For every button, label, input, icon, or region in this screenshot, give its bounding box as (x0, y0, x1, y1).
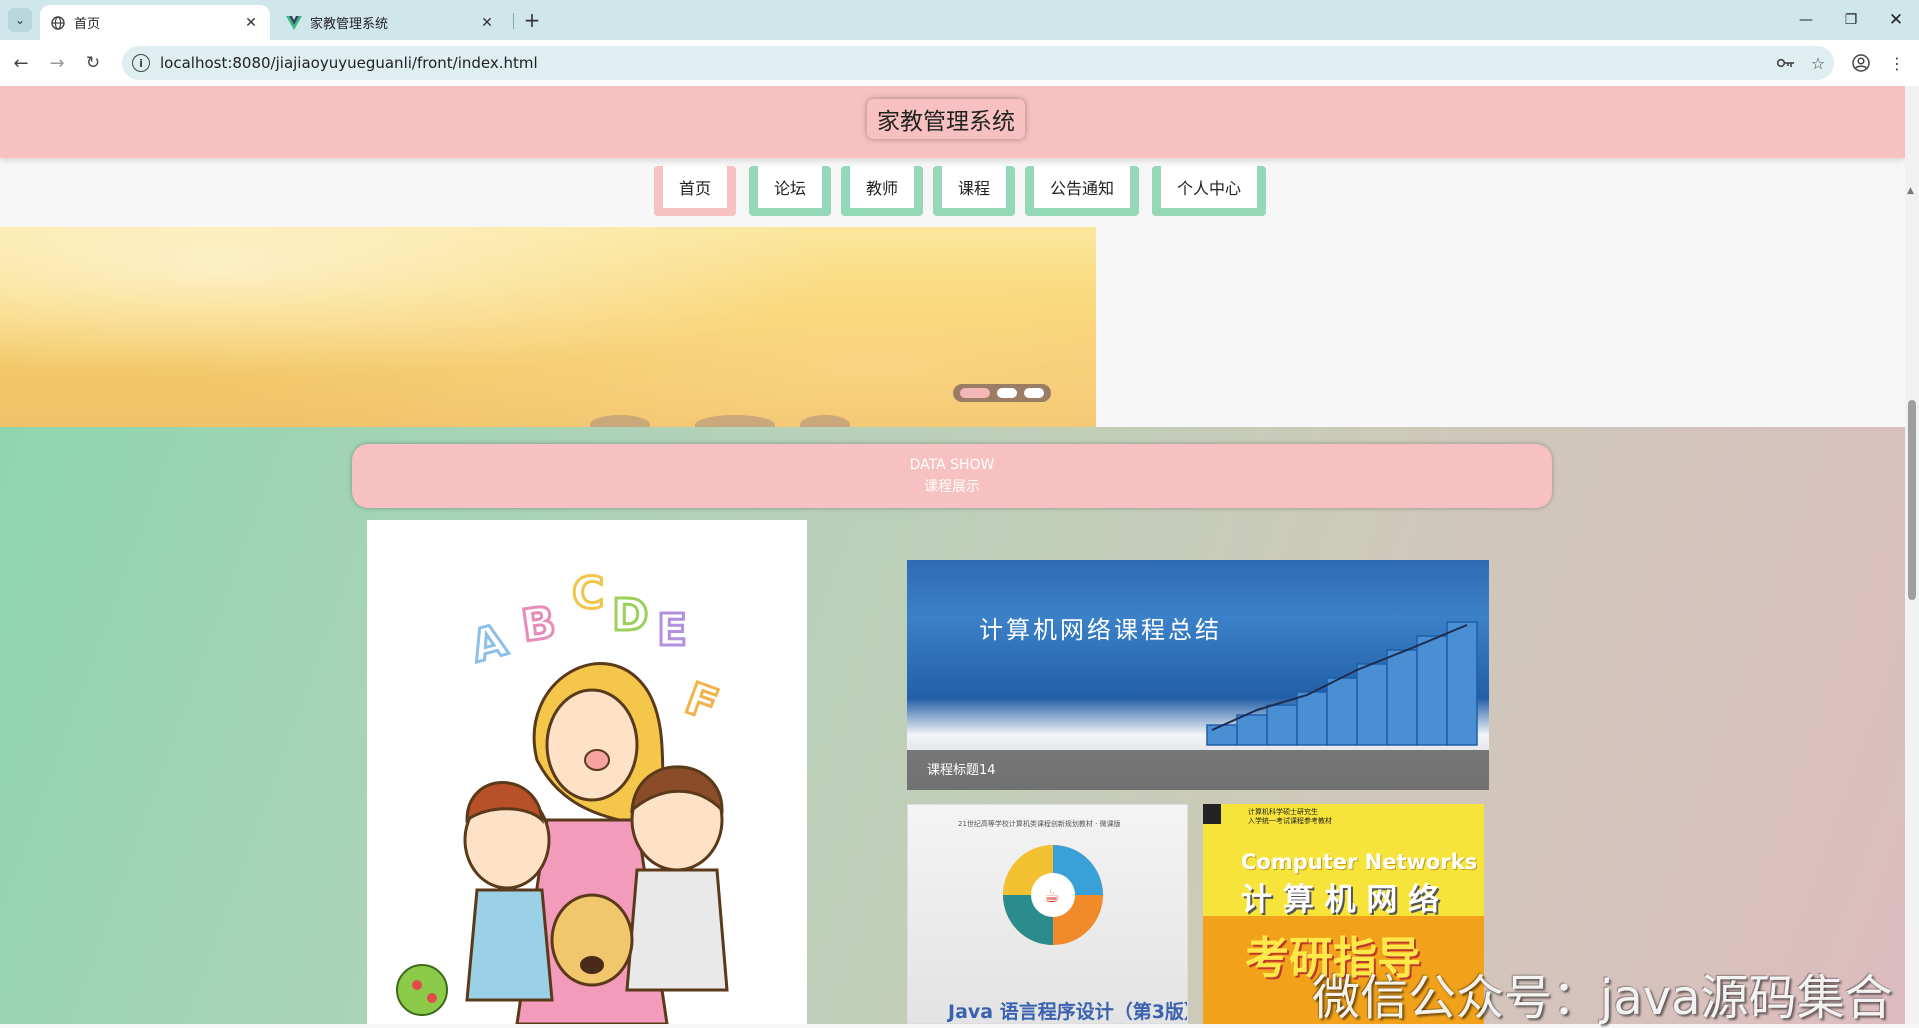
back-button[interactable]: ← (8, 50, 34, 76)
close-icon[interactable]: ✕ (242, 15, 260, 31)
nav-item-courses[interactable]: 课程 (933, 166, 1015, 216)
letter-a: A (466, 615, 512, 673)
globe-icon (50, 15, 66, 31)
letter-c: C (572, 568, 604, 619)
course-card-wide[interactable]: 计算机网络课程总结 课程标题14 (907, 560, 1489, 790)
letter-e: E (657, 605, 687, 656)
book-cn-title: 计 算 机 网 络 (1241, 882, 1440, 918)
book-en-title: Computer Networks (1241, 850, 1478, 874)
tab-title: 家教管理系统 (310, 17, 389, 32)
section-title-cn: 课程展示 (924, 479, 980, 495)
window-close-button[interactable]: ✕ (1876, 6, 1916, 34)
letter-f: F (679, 673, 725, 731)
letter-b: B (519, 597, 559, 652)
carousel-dot[interactable] (996, 388, 1017, 398)
course-section: DATA SHOW 课程展示 A B C D E F 计算机网络课程总结 课程标… (0, 427, 1905, 1024)
browser-tab-active[interactable]: 首页 ✕ (40, 5, 270, 40)
site-info-icon[interactable]: i (132, 54, 150, 72)
menu-icon[interactable]: ⋮ (1884, 50, 1910, 76)
nav-item-forum[interactable]: 论坛 (749, 166, 831, 216)
nav-label: 教师 (850, 166, 914, 208)
carousel-dot[interactable] (960, 388, 991, 398)
nav-label: 论坛 (758, 166, 822, 208)
page-viewport: 家教管理系统 首页 论坛 教师 课程 公告通知 个人中心 DATA SHOW 课… (0, 86, 1905, 1024)
nav-item-notices[interactable]: 公告通知 (1025, 166, 1139, 216)
chevron-down-icon: ⌄ (14, 13, 26, 27)
book-top-text: 计算机科学硕士研究生 入学统一考试课程参考教材 (1248, 808, 1332, 825)
banner-carousel[interactable] (0, 227, 1096, 427)
main-nav: 首页 论坛 教师 课程 公告通知 个人中心 (0, 166, 1905, 216)
url-text[interactable]: localhost:8080/jiajiaoyuyueguanli/front/… (160, 54, 1770, 72)
key-icon[interactable] (1770, 58, 1802, 68)
new-tab-button[interactable]: + (520, 8, 544, 32)
nav-item-home[interactable]: 首页 (654, 166, 736, 216)
banner-sky-image (0, 227, 1096, 427)
browser-tab-bar: ⌄ 首页 ✕ 家教管理系统 ✕ + — ❐ ✕ (0, 0, 1919, 40)
reload-button[interactable]: ↻ (80, 50, 106, 76)
carousel-indicators (953, 384, 1051, 402)
course-card-java[interactable]: 21世纪高等学校计算机类课程创新规划教材 · 微课版 ☕ Java 语言程序设计… (907, 804, 1188, 1024)
nav-item-teachers[interactable]: 教师 (841, 166, 923, 216)
course-title: 课程标题14 (927, 763, 996, 778)
page-scrollbar[interactable]: ▲ (1905, 86, 1919, 1024)
nav-item-profile[interactable]: 个人中心 (1152, 166, 1266, 216)
tab-title: 首页 (74, 17, 101, 32)
site-header: 家教管理系统 (0, 86, 1905, 158)
restore-button[interactable]: ❐ (1831, 6, 1871, 34)
browser-tab[interactable]: 家教管理系统 ✕ (276, 5, 506, 40)
nav-label: 课程 (942, 166, 1006, 208)
section-title-en: DATA SHOW (909, 457, 995, 473)
course-card-large[interactable]: A B C D E F (367, 520, 807, 1024)
scroll-up-arrow-icon[interactable]: ▲ (1907, 186, 1914, 196)
section-header: DATA SHOW 课程展示 (352, 444, 1552, 508)
browser-toolbar: ← → ↻ i localhost:8080/jiajiaoyuyueguanl… (0, 40, 1919, 87)
letter-d: D (612, 590, 649, 641)
minimize-button[interactable]: — (1786, 6, 1826, 34)
tab-search-button[interactable]: ⌄ (8, 8, 32, 32)
carousel-dot[interactable] (1023, 388, 1044, 398)
profile-icon[interactable] (1848, 50, 1874, 76)
tab-divider (513, 13, 514, 29)
scroll-thumb[interactable] (1908, 400, 1916, 600)
close-icon[interactable]: ✕ (478, 15, 496, 31)
nav-label: 公告通知 (1034, 166, 1130, 208)
book-title: Java 语言程序设计（第3版） (948, 1001, 1188, 1023)
publisher-logo (1203, 804, 1221, 824)
family-illustration: A B C D E F (396, 567, 729, 1024)
watermark-text: 微信公众号：java源码集合 (1312, 970, 1893, 1026)
nav-label: 个人中心 (1161, 166, 1257, 208)
vue-logo-icon (286, 15, 302, 31)
java-cup-icon: ☕ (1044, 886, 1060, 907)
java-puzzle-graphic: ☕ (1003, 845, 1103, 945)
star-icon[interactable]: ☆ (1802, 54, 1834, 73)
address-bar[interactable]: i localhost:8080/jiajiaoyuyueguanli/fron… (122, 46, 1834, 80)
site-title: 家教管理系统 (867, 99, 1025, 139)
nav-label: 首页 (663, 166, 727, 208)
forward-button[interactable]: → (44, 50, 70, 76)
